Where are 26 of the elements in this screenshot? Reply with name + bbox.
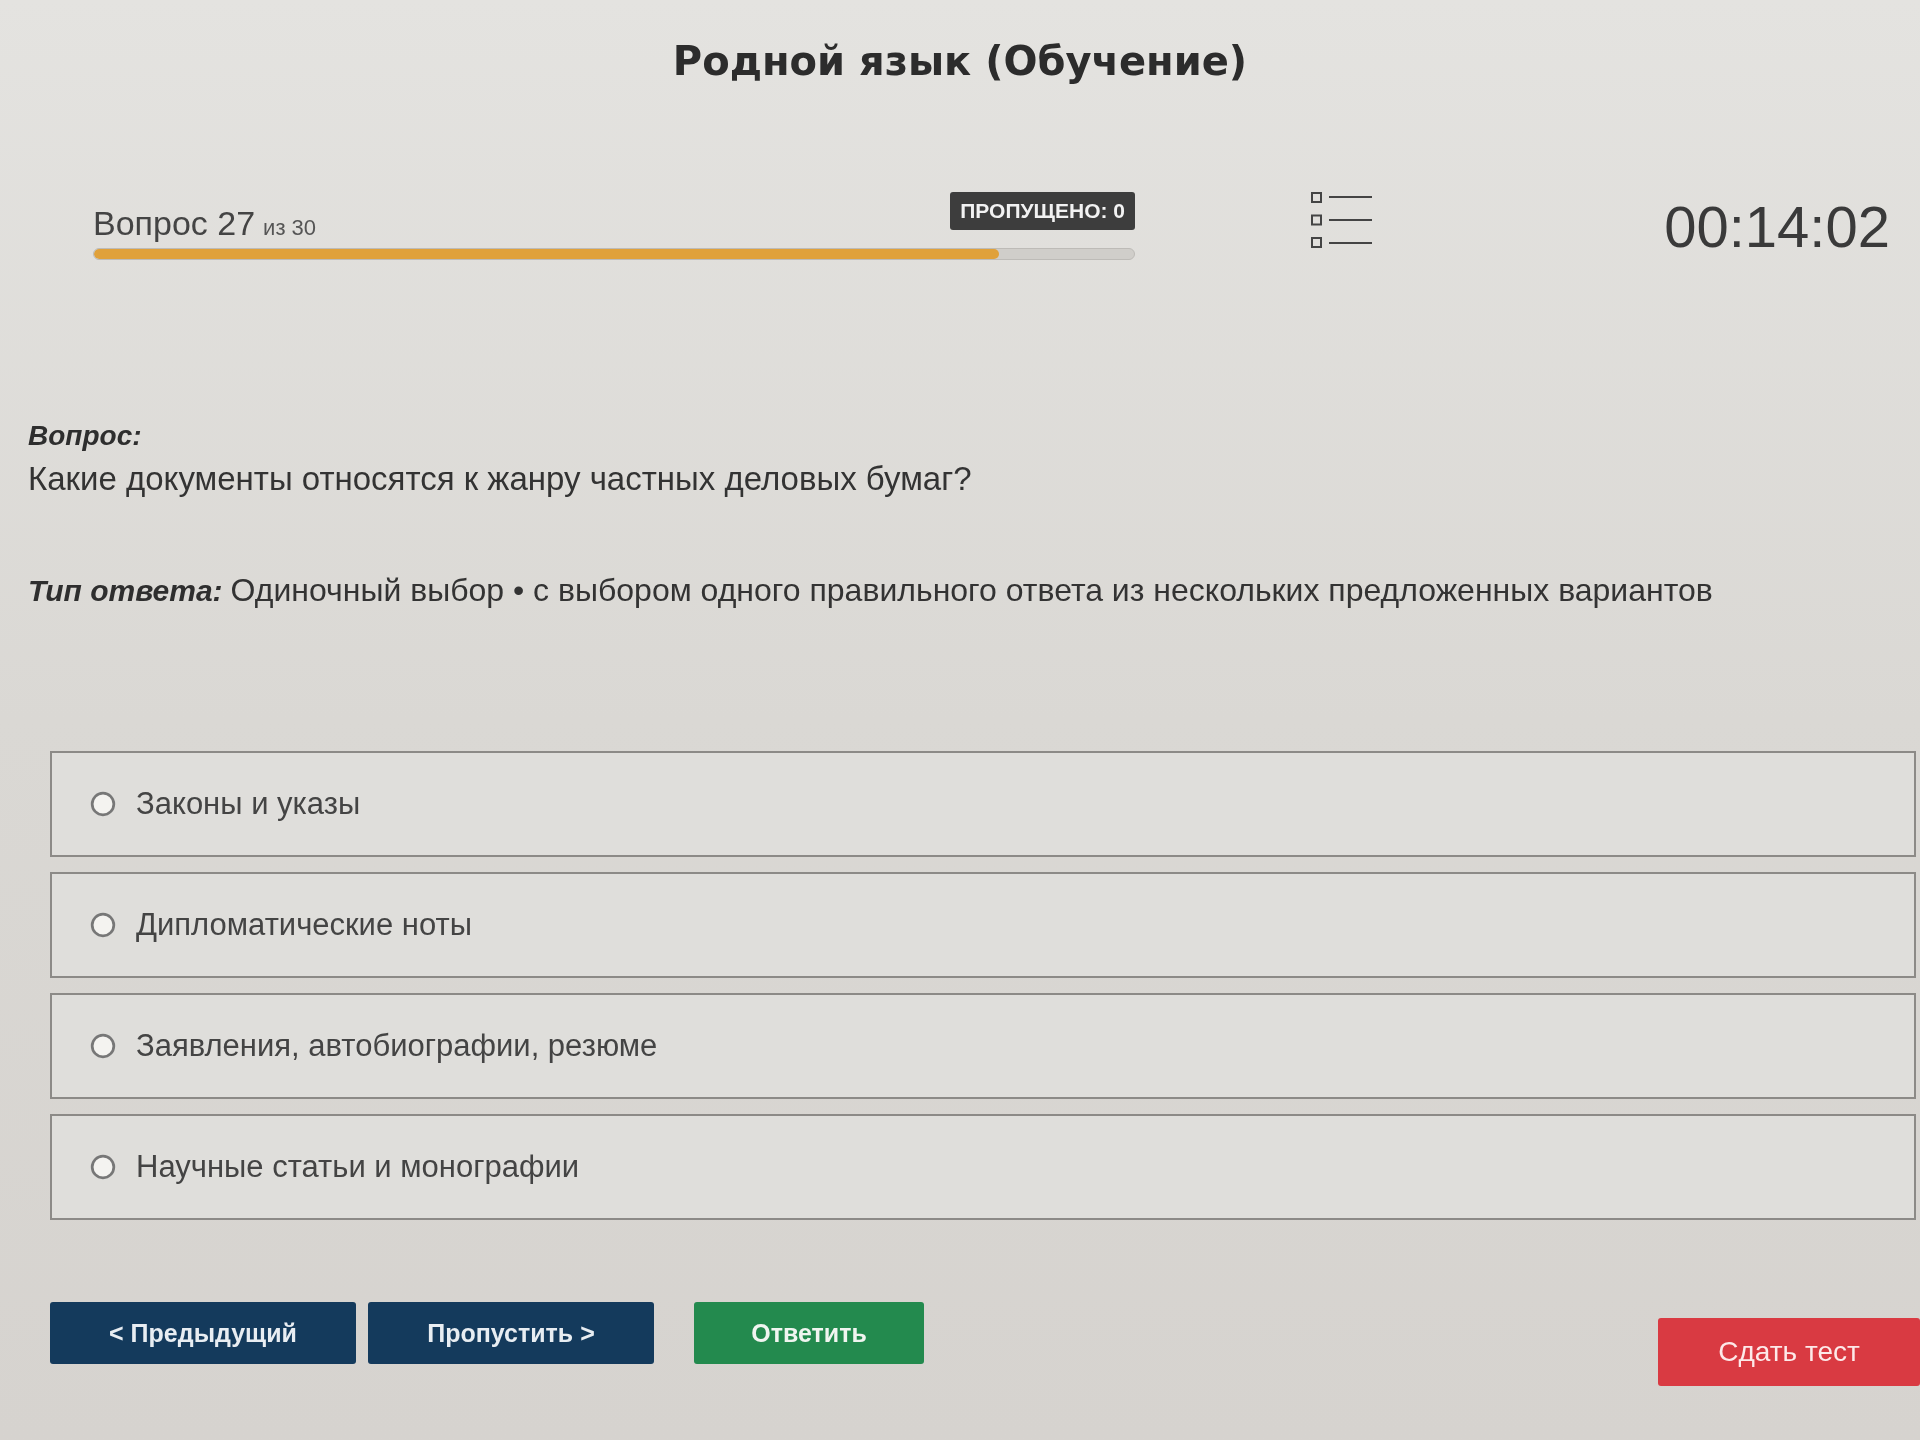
option-text: Законы и указы: [136, 786, 361, 822]
page-title: Родной язык (Обучение): [672, 38, 1248, 84]
timer: 00:14:02: [1664, 192, 1890, 260]
answer-option[interactable]: Дипломатические ноты: [50, 872, 1916, 978]
answer-button[interactable]: Ответить: [694, 1302, 924, 1364]
option-text: Научные статьи и монографии: [136, 1149, 580, 1185]
radio-button[interactable]: [90, 791, 116, 817]
radio-button[interactable]: [90, 1033, 116, 1059]
list-icon[interactable]: [1311, 192, 1373, 248]
question-text: Какие документы относятся к жанру частных деловых бумаг?: [28, 460, 973, 498]
nav-button[interactable]: Пропустить >: [368, 1302, 654, 1364]
option-text: Дипломатические ноты: [136, 907, 472, 943]
answer-option[interactable]: Научные статьи и монографии: [50, 1114, 1916, 1220]
question-counter: Вопрос 27: [93, 206, 256, 242]
question-total: из 30: [263, 216, 317, 240]
answer-option[interactable]: Заявления, автобиографии, резюме: [50, 993, 1916, 1099]
answer-type-label: Тип ответа:: [28, 574, 223, 608]
option-text: Заявления, автобиографии, резюме: [136, 1028, 658, 1064]
radio-button[interactable]: [90, 1154, 116, 1180]
question-label: Вопрос:: [28, 420, 143, 452]
answer-option[interactable]: Законы и указы: [50, 751, 1916, 857]
submit-test-button[interactable]: Сдать тест: [1658, 1318, 1920, 1386]
answer-type-text: Одиночный выбор • с выбором одного правильного ответа из нескольких предложенных вариантов: [230, 572, 1713, 609]
radio-button[interactable]: [90, 912, 116, 938]
skipped-badge: ПРОПУЩЕНО: 0: [950, 192, 1135, 230]
nav-button[interactable]: < Предыдущий: [50, 1302, 356, 1364]
